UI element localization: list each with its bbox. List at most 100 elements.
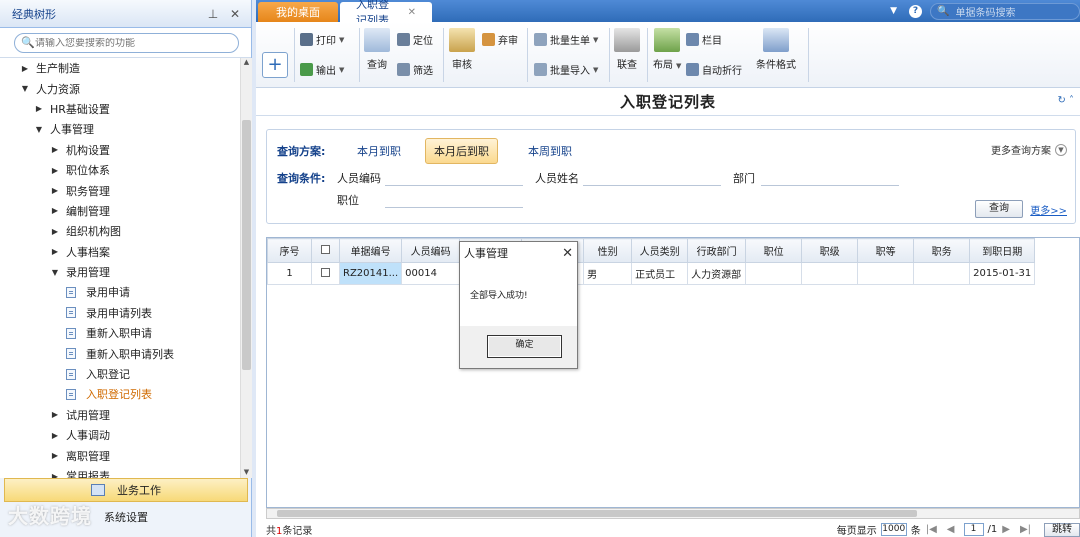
grid-hscrollbar[interactable] [266,508,1080,519]
emp-code-field[interactable]: 人员编码 [337,170,523,186]
tree-item[interactable]: ▶ 生产制造 [0,58,240,78]
plan-this-month[interactable]: 本月到职 [349,139,409,163]
more-link[interactable]: 更多>> [1030,202,1067,217]
tree-item[interactable]: ▶ 人事档案 [0,242,240,262]
table-cell[interactable] [745,262,803,285]
close-icon[interactable]: ✕ [227,7,243,21]
query-submit-button[interactable]: 查询 [975,200,1023,218]
tree-item[interactable]: 录用申请列表 [0,303,240,323]
column-header[interactable]: 单据编号 [338,238,403,263]
table-row[interactable]: 1 RZ20141... 00014 男正式员工 人力资源部 2015-01-31 [267,262,1036,285]
tree-scrollbar[interactable]: ▲ ▼ [240,58,252,478]
column-header[interactable]: 到职日期 [969,238,1036,263]
barcode-search[interactable]: 🔍 单据条码搜索 [930,2,1080,20]
chevron-right-icon[interactable]: ▶ [50,186,60,195]
tree-item[interactable]: ▶ 编制管理 [0,201,240,221]
condition-format-button[interactable]: 条件格式 [756,28,796,71]
hscroll-thumb[interactable] [277,510,917,517]
chevron-down-icon[interactable]: ▼ [34,125,44,134]
chevron-right-icon[interactable]: ▶ [50,145,60,154]
tree-item[interactable]: ▶ 机构设置 [0,140,240,160]
tree-item[interactable]: ▶ 人事调动 [0,425,240,445]
chevron-right-icon[interactable]: ▶ [50,410,60,419]
tree-item[interactable]: ▼ 人力资源 [0,78,240,98]
position-field[interactable]: 职位 [337,192,523,208]
layout-button[interactable]: 布局 ▼ [653,28,681,71]
table-cell[interactable]: 1 [267,262,312,285]
tab-desktop[interactable]: 我的桌面 [258,2,338,22]
tab-close-icon[interactable]: ✕ [408,7,416,18]
tree-item[interactable]: ▼ 人事管理 [0,119,240,139]
tree-item[interactable]: 入职登记 [0,364,240,384]
department-input[interactable] [761,172,899,186]
plan-after-this-month[interactable]: 本月后到职 [425,138,498,164]
help-icon[interactable]: ? [909,4,922,18]
tab-entry-registration-list[interactable]: 入职登记列表 ✕ [340,0,432,27]
query-button[interactable]: 查询 [364,28,390,71]
row-checkbox[interactable] [311,262,340,285]
refresh-icon[interactable]: ↻ ˄ [1057,95,1074,106]
next-page-icon[interactable]: ▶ [1002,524,1010,535]
column-header[interactable]: 序号 [267,238,312,263]
chevron-right-icon[interactable]: ▶ [20,64,30,73]
chevron-right-icon[interactable]: ▶ [50,206,60,215]
more-query-plans[interactable]: 更多查询方案 ▼ [991,142,1067,157]
emp-name-input[interactable] [583,172,721,186]
columns-button[interactable]: 栏目 [686,32,722,47]
chevron-right-icon[interactable]: ▶ [50,431,60,440]
auto-wrap-button[interactable]: 自动折行 [686,62,742,77]
chevron-right-icon[interactable]: ▶ [50,451,60,460]
joint-check-button[interactable]: 联查 [614,28,640,71]
checkbox-icon[interactable] [321,267,330,277]
tree-item[interactable]: ▶ 组织机构图 [0,221,240,241]
column-header[interactable]: 职务 [913,238,971,263]
column-header[interactable]: 人员类别 [631,238,689,263]
table-cell[interactable]: 男 [583,262,633,285]
checkbox-icon[interactable] [321,244,330,254]
tree-item[interactable]: ▶ 职务管理 [0,180,240,200]
tree-item[interactable]: ▶ 离职管理 [0,445,240,465]
column-header[interactable]: 人员编码 [401,238,461,263]
tree-item[interactable]: ▶ 职位体系 [0,160,240,180]
go-button[interactable]: 跳转 [1044,522,1080,537]
column-header[interactable]: 职等 [857,238,915,263]
table-cell[interactable]: 2015-01-31 [969,262,1036,285]
column-header[interactable]: 性别 [583,238,633,263]
table-cell[interactable]: RZ20141... [338,262,403,285]
chevron-down-icon[interactable]: ▼ [890,6,897,16]
table-cell[interactable] [857,262,915,285]
print-button[interactable]: 打印 ▼ [300,32,344,47]
dialog-close-icon[interactable]: ✕ [562,246,573,261]
tree-item[interactable]: ▼ 录用管理 [0,262,240,282]
position-input[interactable] [385,194,523,208]
tree-item[interactable]: 录用申请 [0,282,240,302]
tree-item[interactable]: 入职登记列表 [0,384,240,404]
column-header[interactable]: 职位 [745,238,803,263]
emp-name-field[interactable]: 人员姓名 [535,170,721,186]
table-cell[interactable] [801,262,859,285]
function-search-box[interactable]: 🔍 [14,33,239,53]
review-button[interactable]: 审核 [449,28,475,71]
column-header[interactable]: 行政部门 [687,238,747,263]
table-cell[interactable] [913,262,971,285]
batch-import-button[interactable]: 批量导入 ▼ [534,62,598,77]
chevron-down-icon[interactable]: ▼ [50,268,60,277]
locate-button[interactable]: 定位 [397,32,433,47]
tree-item[interactable]: ▶ 试用管理 [0,405,240,425]
select-all-checkbox[interactable] [311,238,340,263]
export-button[interactable]: 输出 ▼ [300,62,344,77]
scroll-down-icon[interactable]: ▼ [241,468,252,478]
dialog-ok-button[interactable]: 确定 [487,335,562,358]
add-button[interactable]: + [262,52,288,78]
tree-item[interactable]: ▶ HR基础设置 [0,99,240,119]
chevron-right-icon[interactable]: ▶ [50,227,60,236]
table-cell[interactable]: 人力资源部 [687,262,747,285]
batch-generate-button[interactable]: 批量生单 ▼ [534,32,598,47]
page-input[interactable]: 1 [963,523,984,536]
scroll-up-icon[interactable]: ▲ [241,58,252,68]
chevron-right-icon[interactable]: ▶ [50,166,60,175]
prev-page-icon[interactable]: ◀ [947,524,955,535]
pin-icon[interactable]: ⊥ [205,7,221,21]
table-cell[interactable]: 正式员工 [631,262,689,285]
tree-item[interactable]: 重新入职申请列表 [0,343,240,363]
